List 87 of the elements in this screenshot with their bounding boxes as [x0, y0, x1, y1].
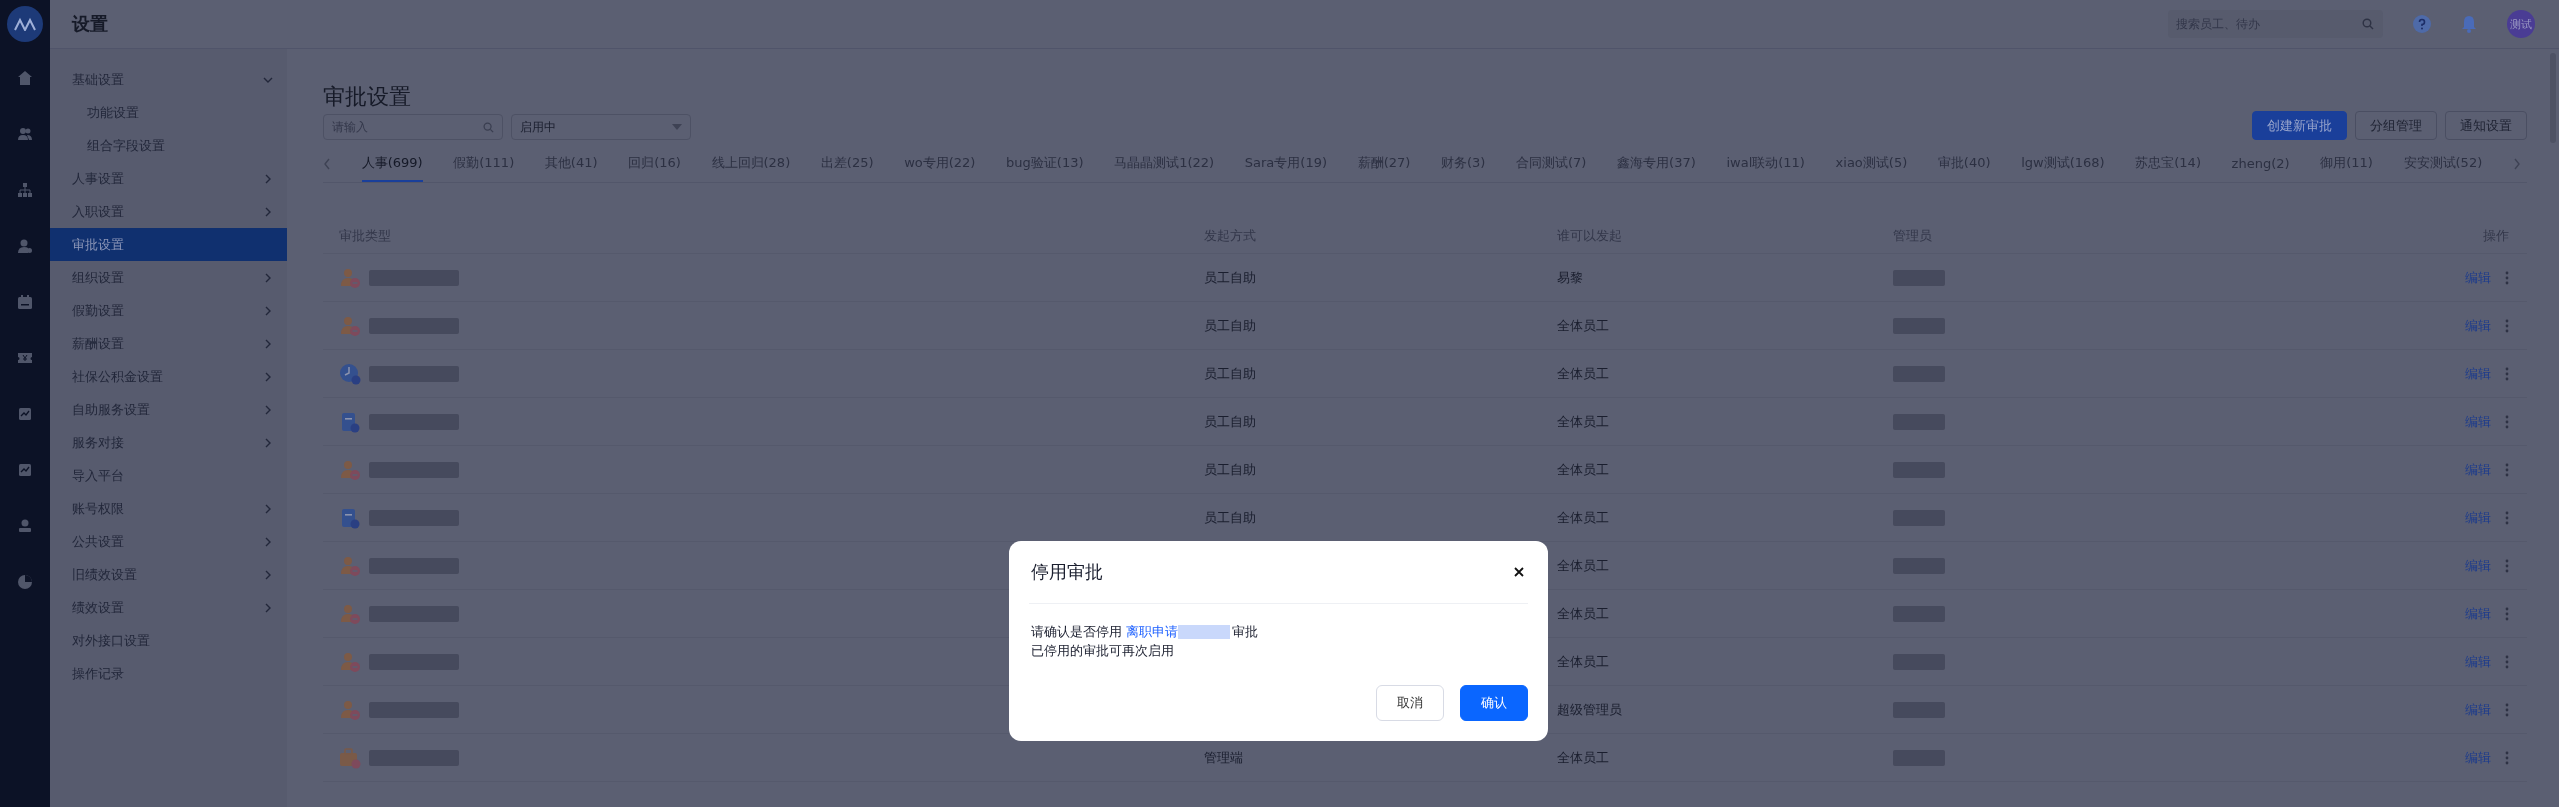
table-cell: 员工自助 — [1204, 461, 1256, 477]
table-cell: 全体员工 — [1557, 749, 1609, 765]
edit-link[interactable]: 编辑 — [2465, 364, 2491, 383]
person-icon — [339, 650, 361, 673]
more-icon[interactable] — [2505, 606, 2509, 621]
caret-icon — [672, 124, 682, 130]
more-icon[interactable] — [2505, 750, 2509, 765]
sidebar-item[interactable]: 审批设置 — [50, 228, 287, 261]
org-chart-icon[interactable] — [17, 182, 33, 198]
redacted-block — [1178, 624, 1230, 639]
person-icon — [339, 314, 361, 337]
logo-icon[interactable] — [7, 6, 43, 42]
bell-icon[interactable] — [2461, 15, 2477, 33]
confirm-message-end: 审批 — [1232, 623, 1258, 641]
edit-link[interactable]: 编辑 — [2465, 652, 2491, 671]
more-icon[interactable] — [2505, 654, 2509, 669]
edit-link[interactable]: 编辑 — [2465, 268, 2491, 287]
confirm-message: 请确认是否停用 离职申请 — [1031, 623, 1178, 641]
table-cell: 全体员工 — [1557, 461, 1609, 477]
cancel-button[interactable]: 取消 — [1376, 685, 1444, 721]
search-icon[interactable] — [2362, 18, 2374, 30]
yen-ticket-icon[interactable] — [17, 350, 33, 366]
chevron-right-icon[interactable] — [2512, 158, 2521, 170]
table-cell: 全体员工 — [1557, 605, 1609, 621]
status-select[interactable]: 启用中 — [511, 114, 691, 140]
pie-chart-icon[interactable] — [17, 574, 33, 590]
edit-link[interactable]: 编辑 — [2465, 508, 2491, 527]
create-button[interactable]: 创建新审批 — [2252, 111, 2347, 140]
user-avatar[interactable]: 测试 — [2507, 10, 2535, 38]
table-cell: 全体员工 — [1557, 509, 1609, 525]
chevron-left-icon[interactable] — [323, 158, 331, 170]
app-title: 设置 — [72, 12, 108, 36]
briefcase-icon — [339, 746, 361, 769]
table-cell: 员工自助 — [1204, 413, 1256, 429]
user-add-icon[interactable] — [17, 238, 33, 254]
toolbar-button[interactable]: 通知设置 — [2445, 111, 2527, 140]
more-icon[interactable] — [2505, 414, 2509, 429]
table-cell: 全体员工 — [1557, 653, 1609, 669]
toolbar-button[interactable]: 分组管理 — [2355, 111, 2437, 140]
clock-icon — [339, 362, 361, 385]
edit-link[interactable]: 编辑 — [2465, 604, 2491, 623]
user-icon[interactable] — [17, 518, 33, 534]
table-cell: 全体员工 — [1557, 413, 1609, 429]
home-icon[interactable] — [17, 70, 33, 86]
person-icon — [339, 602, 361, 625]
table-cell: 易黎 — [1557, 269, 1583, 285]
person-icon — [339, 698, 361, 721]
person-icon — [339, 266, 361, 289]
table-cell: 员工自助 — [1204, 365, 1256, 381]
note-text: 已停用的审批可再次启用 — [1031, 642, 1175, 660]
close-icon[interactable] — [1514, 567, 1524, 577]
calendar-icon[interactable] — [17, 294, 33, 310]
table-cell: 全体员工 — [1557, 557, 1609, 573]
clipboard-icon — [339, 410, 361, 433]
clipboard-icon — [339, 506, 361, 529]
table-cell: 管理端 — [1204, 749, 1243, 765]
tab[interactable]: 人事(699) — [361, 146, 423, 182]
more-icon[interactable] — [2505, 510, 2509, 525]
more-icon[interactable] — [2505, 462, 2509, 477]
table-cell: 员工自助 — [1204, 269, 1256, 285]
edit-link[interactable]: 编辑 — [2465, 700, 2491, 719]
approval-link[interactable]: 离职申请 — [1126, 624, 1178, 639]
more-icon[interactable] — [2505, 270, 2509, 285]
table-cell: 超级管理员 — [1557, 701, 1622, 717]
table-cell: 全体员工 — [1557, 365, 1609, 381]
edit-link[interactable]: 编辑 — [2465, 556, 2491, 575]
more-icon[interactable] — [2505, 558, 2509, 573]
chart-icon[interactable] — [17, 462, 33, 478]
edit-link[interactable]: 编辑 — [2465, 412, 2491, 431]
person-icon — [339, 458, 361, 481]
users-icon[interactable] — [17, 126, 33, 142]
table-cell: 员工自助 — [1204, 317, 1256, 333]
table-cell: 员工自助 — [1204, 509, 1256, 525]
confirm-button[interactable]: 确认 — [1460, 685, 1528, 721]
help-icon[interactable] — [2413, 15, 2431, 33]
edit-link[interactable]: 编辑 — [2465, 748, 2491, 767]
dialog-title: 停用审批 — [1031, 560, 1103, 584]
table-cell: 全体员工 — [1557, 317, 1609, 333]
search-icon[interactable] — [483, 121, 494, 133]
more-icon[interactable] — [2505, 366, 2509, 381]
edit-link[interactable]: 编辑 — [2465, 316, 2491, 335]
chart-icon[interactable] — [17, 406, 33, 422]
page-title: 审批设置 — [323, 83, 412, 111]
edit-link[interactable]: 编辑 — [2465, 460, 2491, 479]
person-icon — [339, 554, 361, 577]
more-icon[interactable] — [2505, 318, 2509, 333]
more-icon[interactable] — [2505, 702, 2509, 717]
